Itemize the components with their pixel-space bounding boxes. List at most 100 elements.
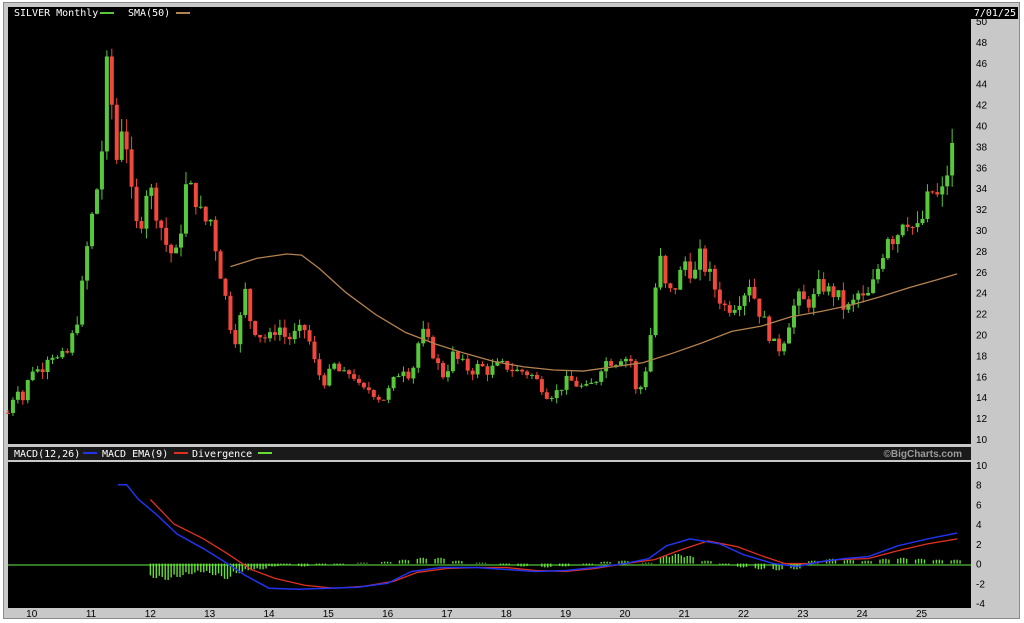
candle-body xyxy=(164,227,169,245)
sma-legend-swatch xyxy=(176,12,190,14)
candle-body xyxy=(564,375,569,390)
candle-body xyxy=(628,358,633,362)
candle-body xyxy=(445,371,450,378)
candle-body xyxy=(866,292,871,296)
candle-body xyxy=(831,286,836,298)
candle-body xyxy=(332,363,337,369)
candle-body xyxy=(787,327,792,344)
candle-body xyxy=(248,288,253,322)
candle-body xyxy=(416,343,421,368)
candle-body xyxy=(361,382,366,388)
candle-body xyxy=(826,286,831,292)
candle-body xyxy=(752,287,757,299)
price-y-tick-label: 38 xyxy=(976,142,988,153)
candle-body xyxy=(668,283,673,289)
candle-body xyxy=(381,399,386,401)
candle-body xyxy=(643,371,648,388)
candle-body xyxy=(515,369,520,372)
candle-body xyxy=(811,294,816,308)
price-y-tick-label: 10 xyxy=(976,435,988,446)
candle-body xyxy=(579,385,584,387)
candle-body xyxy=(455,351,460,359)
x-tick-label: 17 xyxy=(441,609,453,620)
candle-body xyxy=(658,255,663,288)
x-tick-label: 10 xyxy=(26,609,38,620)
price-y-tick-label: 30 xyxy=(976,226,988,237)
candle-body xyxy=(366,387,371,391)
candle-body xyxy=(500,361,505,363)
candle-body xyxy=(777,338,782,352)
candle-body xyxy=(376,396,381,400)
candle-body xyxy=(594,381,599,383)
candle-body xyxy=(431,336,436,359)
candle-body xyxy=(35,369,40,372)
price-y-tick-label: 40 xyxy=(976,122,988,133)
candle-body xyxy=(169,244,174,254)
candle-body xyxy=(317,359,322,376)
candle-body xyxy=(653,287,658,336)
candle-body xyxy=(539,379,544,393)
candle-body xyxy=(228,295,233,331)
candle-body xyxy=(702,248,707,272)
candle-body xyxy=(950,142,955,176)
candle-body xyxy=(179,233,184,248)
candle-body xyxy=(574,380,579,387)
candle-body xyxy=(856,293,861,300)
candle-body xyxy=(772,338,777,341)
x-tick-label: 20 xyxy=(619,609,631,620)
candle-body xyxy=(183,184,188,234)
candle-body xyxy=(880,258,885,269)
x-tick-label: 12 xyxy=(145,609,157,620)
candle-body xyxy=(915,223,920,228)
candle-body xyxy=(633,361,638,390)
candle-body xyxy=(623,358,628,362)
candle-body xyxy=(243,288,248,316)
candle-body xyxy=(717,289,722,304)
candle-body xyxy=(441,363,446,378)
candle-body xyxy=(45,359,50,373)
candle-body xyxy=(589,382,594,384)
candle-body xyxy=(297,324,302,331)
price-panel-background xyxy=(8,7,971,444)
candle-body xyxy=(480,364,485,367)
candle-body xyxy=(119,131,124,160)
candle-body xyxy=(722,303,727,306)
candle-body xyxy=(890,239,895,245)
macd-y-tick-label: 6 xyxy=(976,500,982,511)
candle-body xyxy=(796,291,801,306)
candle-body xyxy=(188,182,193,185)
candle-body xyxy=(208,219,213,222)
macd-legend-swatch xyxy=(83,452,97,454)
candle-body xyxy=(747,287,752,296)
candle-body xyxy=(638,387,643,390)
x-tick-label: 13 xyxy=(204,609,216,620)
x-tick-label: 15 xyxy=(323,609,335,620)
macd-y-tick-label: -2 xyxy=(976,579,985,590)
price-y-tick-label: 26 xyxy=(976,268,988,279)
candle-body xyxy=(767,316,772,341)
candle-body xyxy=(342,370,347,372)
candle-body xyxy=(707,268,712,272)
candle-body xyxy=(30,371,35,381)
watermark: ©BigCharts.com xyxy=(884,449,963,460)
x-tick-label: 21 xyxy=(679,609,691,620)
candle-body xyxy=(223,278,228,296)
candle-body xyxy=(272,332,277,335)
symbol-legend-swatch xyxy=(100,12,114,14)
candle-body xyxy=(85,246,90,281)
candle-body xyxy=(352,374,357,379)
candle-body xyxy=(549,398,554,400)
price-y-tick-label: 46 xyxy=(976,59,988,70)
candle-body xyxy=(337,363,342,372)
chart-frame: SILVER Monthly SMA(50) 7/01/25 10 12 14 16 1… xyxy=(3,2,1020,620)
candle-body xyxy=(584,383,589,386)
candle-body xyxy=(490,365,495,375)
candle-body xyxy=(282,327,287,337)
candle-body xyxy=(292,330,297,340)
candle-body xyxy=(569,375,574,381)
candle-body xyxy=(930,191,935,193)
candle-body xyxy=(238,315,243,345)
candle-body xyxy=(109,56,114,105)
candle-body xyxy=(396,376,401,378)
candle-body xyxy=(15,391,20,400)
